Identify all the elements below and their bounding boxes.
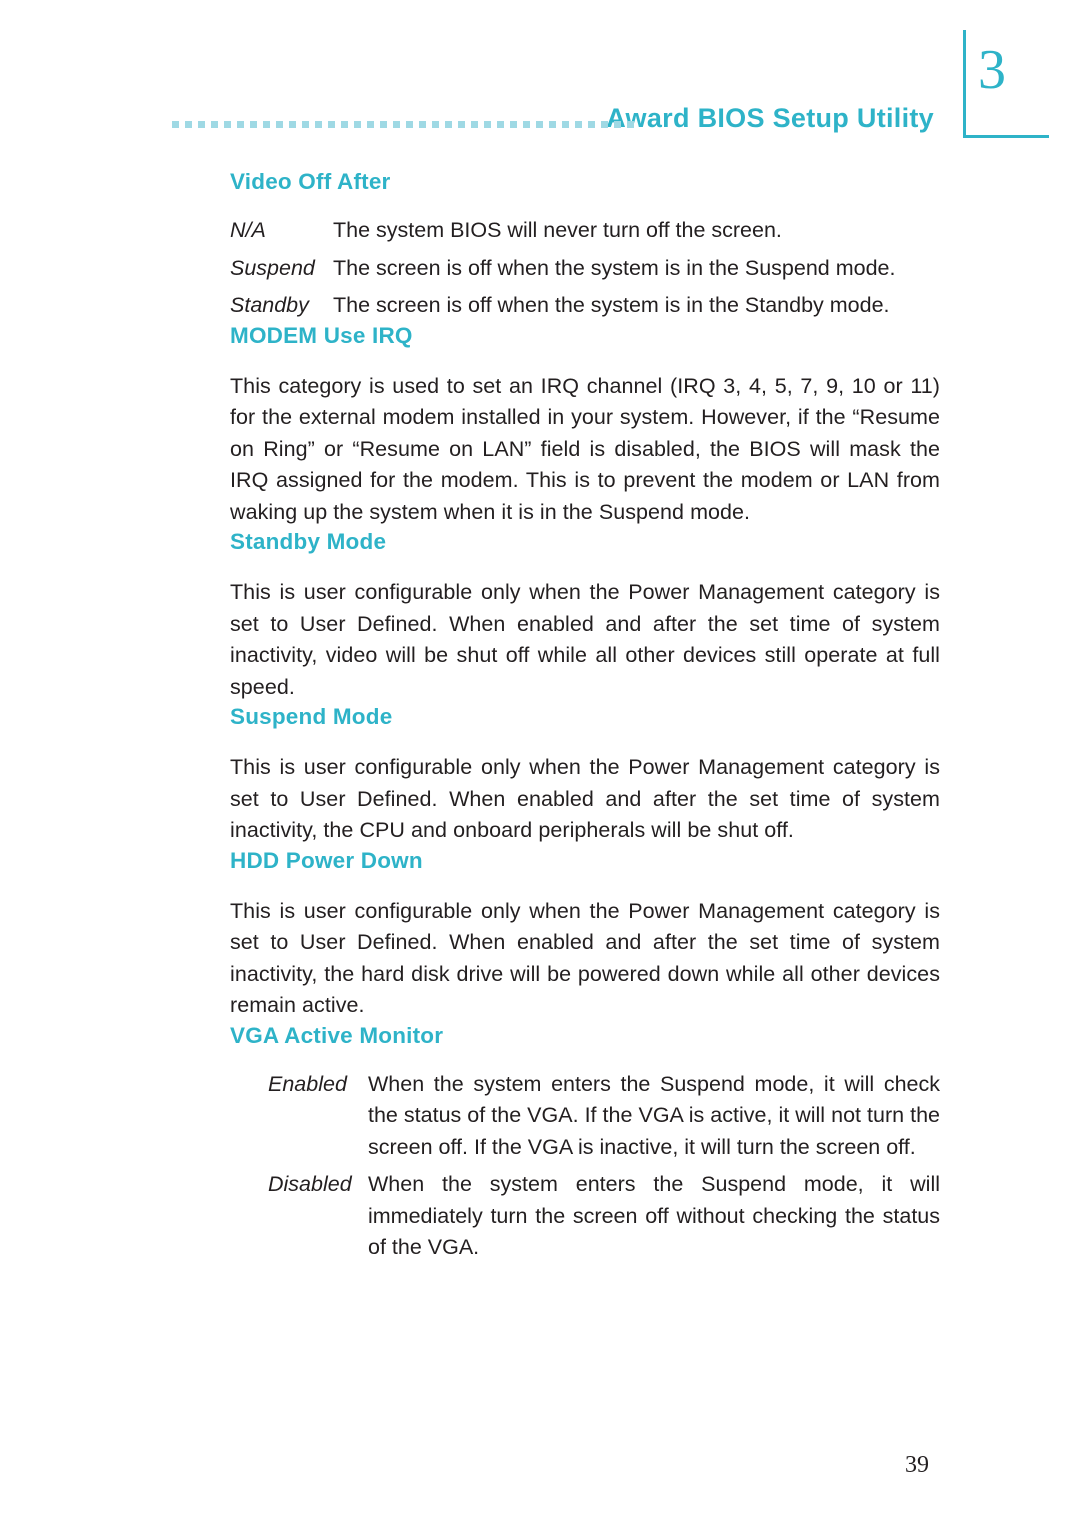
header-dot <box>328 120 335 128</box>
header-dot <box>237 120 244 128</box>
definition-description: When the system enters the Suspend mode,… <box>368 1071 940 1159</box>
page-header: 3 Award BIOS Setup Utility <box>0 0 1080 160</box>
definition-list-video-off-after: N/A The system BIOS will never turn off … <box>230 215 940 322</box>
header-dot <box>250 120 257 128</box>
header-dot <box>614 120 621 128</box>
header-dot <box>211 120 218 128</box>
header-dot <box>419 120 426 128</box>
header-dot <box>536 120 543 128</box>
definition-description: When the system enters the Suspend mode,… <box>368 1172 940 1259</box>
section-heading-video-off-after: Video Off After <box>230 169 391 194</box>
header-dot <box>627 120 634 128</box>
section-paragraph-standby-mode: This is user configurable only when the … <box>230 580 940 699</box>
definition-description: The screen is off when the system is in … <box>333 293 890 317</box>
header-dot <box>315 120 322 128</box>
header-dot <box>484 120 491 128</box>
header-dot <box>224 120 231 128</box>
header-dot <box>367 120 374 128</box>
header-title: Award BIOS Setup Utility <box>606 103 934 133</box>
header-dot <box>458 120 465 128</box>
header-dot <box>471 120 478 128</box>
definition-term: Suspend <box>230 255 315 280</box>
header-dot <box>198 120 205 128</box>
definition-term: N/A <box>230 218 266 242</box>
header-dot <box>575 120 582 128</box>
definition-description: The system BIOS will never turn off the … <box>333 218 782 242</box>
header-dot <box>302 120 309 128</box>
section-paragraph-suspend-mode: This is user configurable only when the … <box>230 755 940 842</box>
definition-row: Suspend The screen is off when the syste… <box>230 253 940 285</box>
header-dot <box>562 120 569 128</box>
header-dot <box>549 120 556 128</box>
definition-term: Standby <box>230 293 309 317</box>
header-dot <box>341 120 348 128</box>
header-dot <box>406 120 413 128</box>
header-dot <box>289 120 296 128</box>
header-dot <box>276 120 283 128</box>
page-number: 39 <box>905 1452 929 1478</box>
section-heading-vga-active-monitor: VGA Active Monitor <box>230 1022 444 1048</box>
chapter-box-rule <box>963 30 1049 138</box>
header-dot <box>445 120 452 128</box>
definition-term: Disabled <box>268 1172 352 1196</box>
header-dot <box>185 120 192 128</box>
header-dot <box>380 120 387 128</box>
definition-row: N/A The system BIOS will never turn off … <box>230 215 940 247</box>
section-heading-suspend-mode: Suspend Mode <box>230 704 393 729</box>
section-heading-modem-use-irq: MODEM Use IRQ <box>230 322 413 348</box>
header-dot <box>354 120 361 128</box>
definition-term: Enabled <box>268 1071 347 1096</box>
chapter-number: 3 <box>978 39 1006 101</box>
header-dot <box>263 120 270 128</box>
section-heading-standby-mode: Standby Mode <box>230 529 387 554</box>
header-dot <box>432 120 439 128</box>
header-dot <box>510 120 517 128</box>
header-dot <box>393 120 400 128</box>
definition-row: Disabled When the system enters the Susp… <box>268 1169 940 1264</box>
definition-row: Enabled When the system enters the Suspe… <box>268 1069 940 1164</box>
header-dot <box>497 120 504 128</box>
section-heading-hdd-power-down: HDD Power Down <box>230 847 423 873</box>
definition-list-vga-active-monitor: Enabled When the system enters the Suspe… <box>268 1069 940 1264</box>
header-dot <box>523 120 530 128</box>
page-content: Video Off After N/A The system BIOS will… <box>230 168 940 1264</box>
header-dot-rule <box>172 118 634 130</box>
definition-description: The screen is off when the system is in … <box>333 255 896 280</box>
definition-row: Standby The screen is off when the syste… <box>230 290 940 322</box>
header-dot <box>172 120 179 128</box>
section-paragraph-hdd-power-down: This is user configurable only when the … <box>230 898 940 1018</box>
header-dot <box>601 120 608 128</box>
header-dot <box>588 120 595 128</box>
section-paragraph-modem-use-irq: This category is used to set an IRQ chan… <box>230 373 940 524</box>
